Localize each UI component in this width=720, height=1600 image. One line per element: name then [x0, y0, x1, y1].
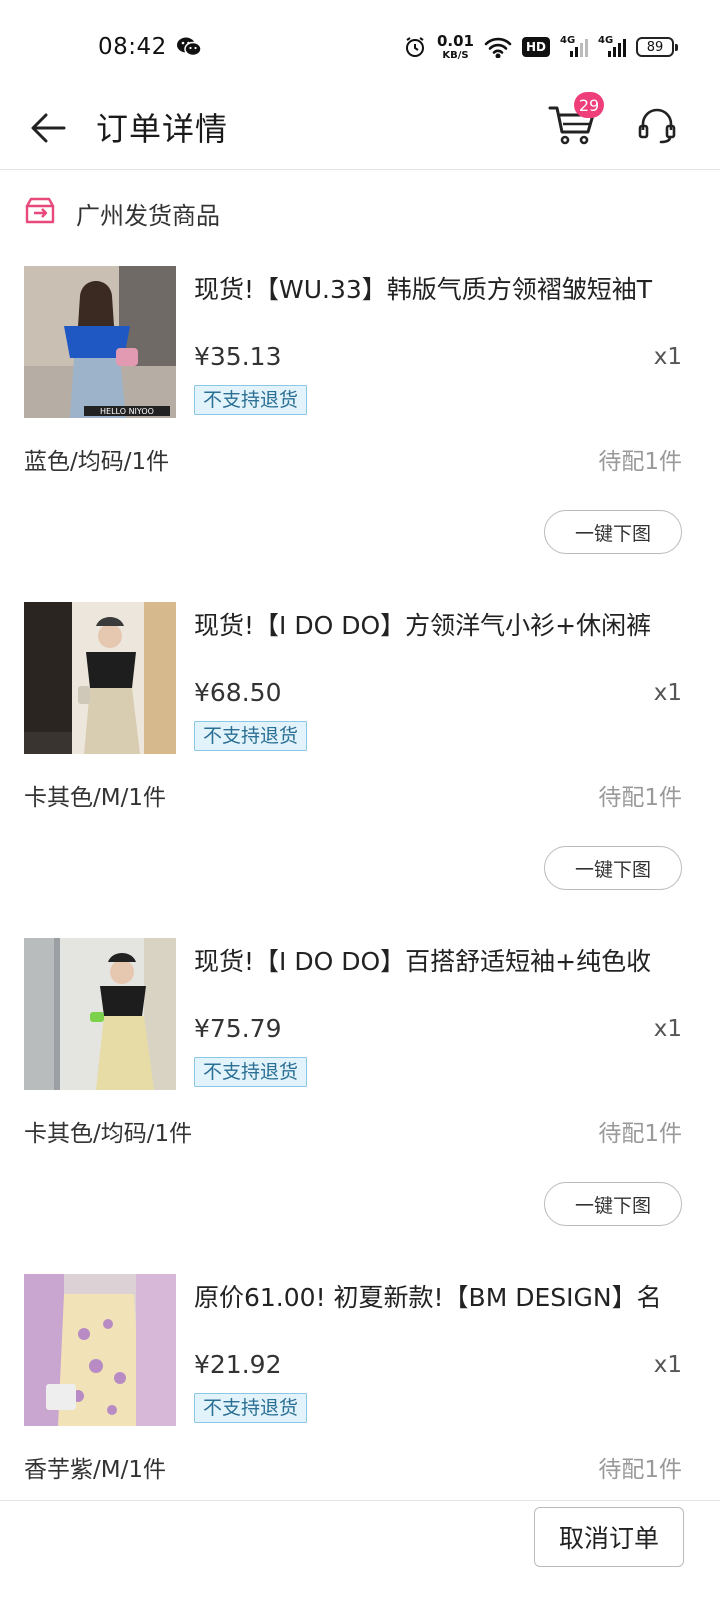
product-title[interactable]: 原价61.00! 初夏新款!【BM DESIGN】名 [194, 1278, 694, 1314]
signal-label: 4G [560, 35, 576, 46]
customer-service-button[interactable] [636, 104, 678, 146]
product-image[interactable]: HELLO NIYOO [24, 266, 176, 418]
product-title[interactable]: 现货!【I DO DO】方领洋气小衫+休闲裤 [194, 606, 694, 642]
allocation-status: 待配1件 [598, 449, 682, 475]
download-images-button[interactable]: 一键下图 [544, 846, 682, 890]
product-price: ¥35.13 [194, 342, 282, 371]
order-item[interactable]: 现货!【I DO DO】方领洋气小衫+休闲裤 ¥68.50 x1 不支持退货 卡… [0, 602, 720, 938]
network-speed: 0.01 KB/S [436, 31, 474, 61]
allocation-status: 待配1件 [598, 1121, 682, 1147]
bottom-action-bar: 取消订单 [0, 1500, 720, 1600]
product-image[interactable] [24, 938, 176, 1090]
app-header: 订单详情 29 [0, 88, 720, 170]
download-images-button[interactable]: 一键下图 [544, 510, 682, 554]
product-price: ¥21.92 [194, 1350, 282, 1379]
no-return-tag: 不支持退货 [194, 1393, 308, 1423]
page-title: 订单详情 [96, 110, 229, 148]
battery-icon: 89 [636, 37, 678, 57]
no-return-tag: 不支持退货 [194, 385, 308, 415]
product-quantity: x1 [653, 344, 682, 370]
product-price: ¥75.79 [194, 1014, 282, 1043]
allocation-status: 待配1件 [598, 785, 682, 811]
alarm-icon [403, 35, 427, 59]
product-title[interactable]: 现货!【WU.33】韩版气质方领褶皱短袖T [194, 270, 694, 306]
image-watermark: HELLO NIYOO [100, 407, 154, 416]
network-speed-value: 0.01 [436, 31, 474, 50]
order-item[interactable]: 现货!【I DO DO】百搭舒适短袖+纯色收 ¥75.79 x1 不支持退货 卡… [0, 938, 720, 1274]
product-spec: 蓝色/均码/1件 [24, 449, 170, 475]
product-image[interactable] [24, 1274, 176, 1426]
signal-icon: 4G [598, 35, 626, 59]
product-spec: 卡其色/均码/1件 [24, 1121, 193, 1147]
product-quantity: x1 [653, 1352, 682, 1378]
status-time: 08:42 [98, 34, 167, 60]
wifi-icon [484, 36, 512, 58]
no-return-tag: 不支持退货 [194, 721, 308, 751]
product-spec: 卡其色/M/1件 [24, 785, 166, 811]
wechat-icon [176, 36, 202, 58]
cancel-order-button[interactable]: 取消订单 [534, 1507, 684, 1567]
section-header: 广州发货商品 [0, 188, 720, 236]
status-icons: 0.01 KB/S HD 4G 4G 89 [403, 31, 678, 62]
product-title[interactable]: 现货!【I DO DO】百搭舒适短袖+纯色收 [194, 942, 694, 978]
no-return-tag: 不支持退货 [194, 1057, 308, 1087]
allocation-status: 待配1件 [598, 1457, 682, 1483]
network-speed-unit: KB/S [442, 49, 469, 61]
battery-level: 89 [646, 39, 664, 55]
hd-badge: HD [521, 37, 550, 57]
signal-label: 4G [598, 35, 614, 46]
signal-icon: 4G [560, 35, 588, 59]
back-button[interactable] [26, 106, 70, 150]
order-item[interactable]: HELLO NIYOO 现货!【WU.33】韩版气质方领褶皱短袖T ¥35.13… [0, 266, 720, 602]
product-quantity: x1 [653, 680, 682, 706]
product-price: ¥68.50 [194, 678, 282, 707]
download-images-button[interactable]: 一键下图 [544, 1182, 682, 1226]
headset-icon [638, 108, 676, 144]
back-arrow-icon [31, 113, 66, 143]
product-spec: 香芋紫/M/1件 [24, 1457, 166, 1483]
status-bar: 08:42 0.01 KB/S HD 4G 4G 89 [0, 0, 720, 88]
cart-count-badge: 29 [574, 92, 604, 118]
product-quantity: x1 [653, 1016, 682, 1042]
section-title: 广州发货商品 [76, 202, 220, 230]
product-image[interactable] [24, 602, 176, 754]
store-box-icon [24, 196, 56, 226]
